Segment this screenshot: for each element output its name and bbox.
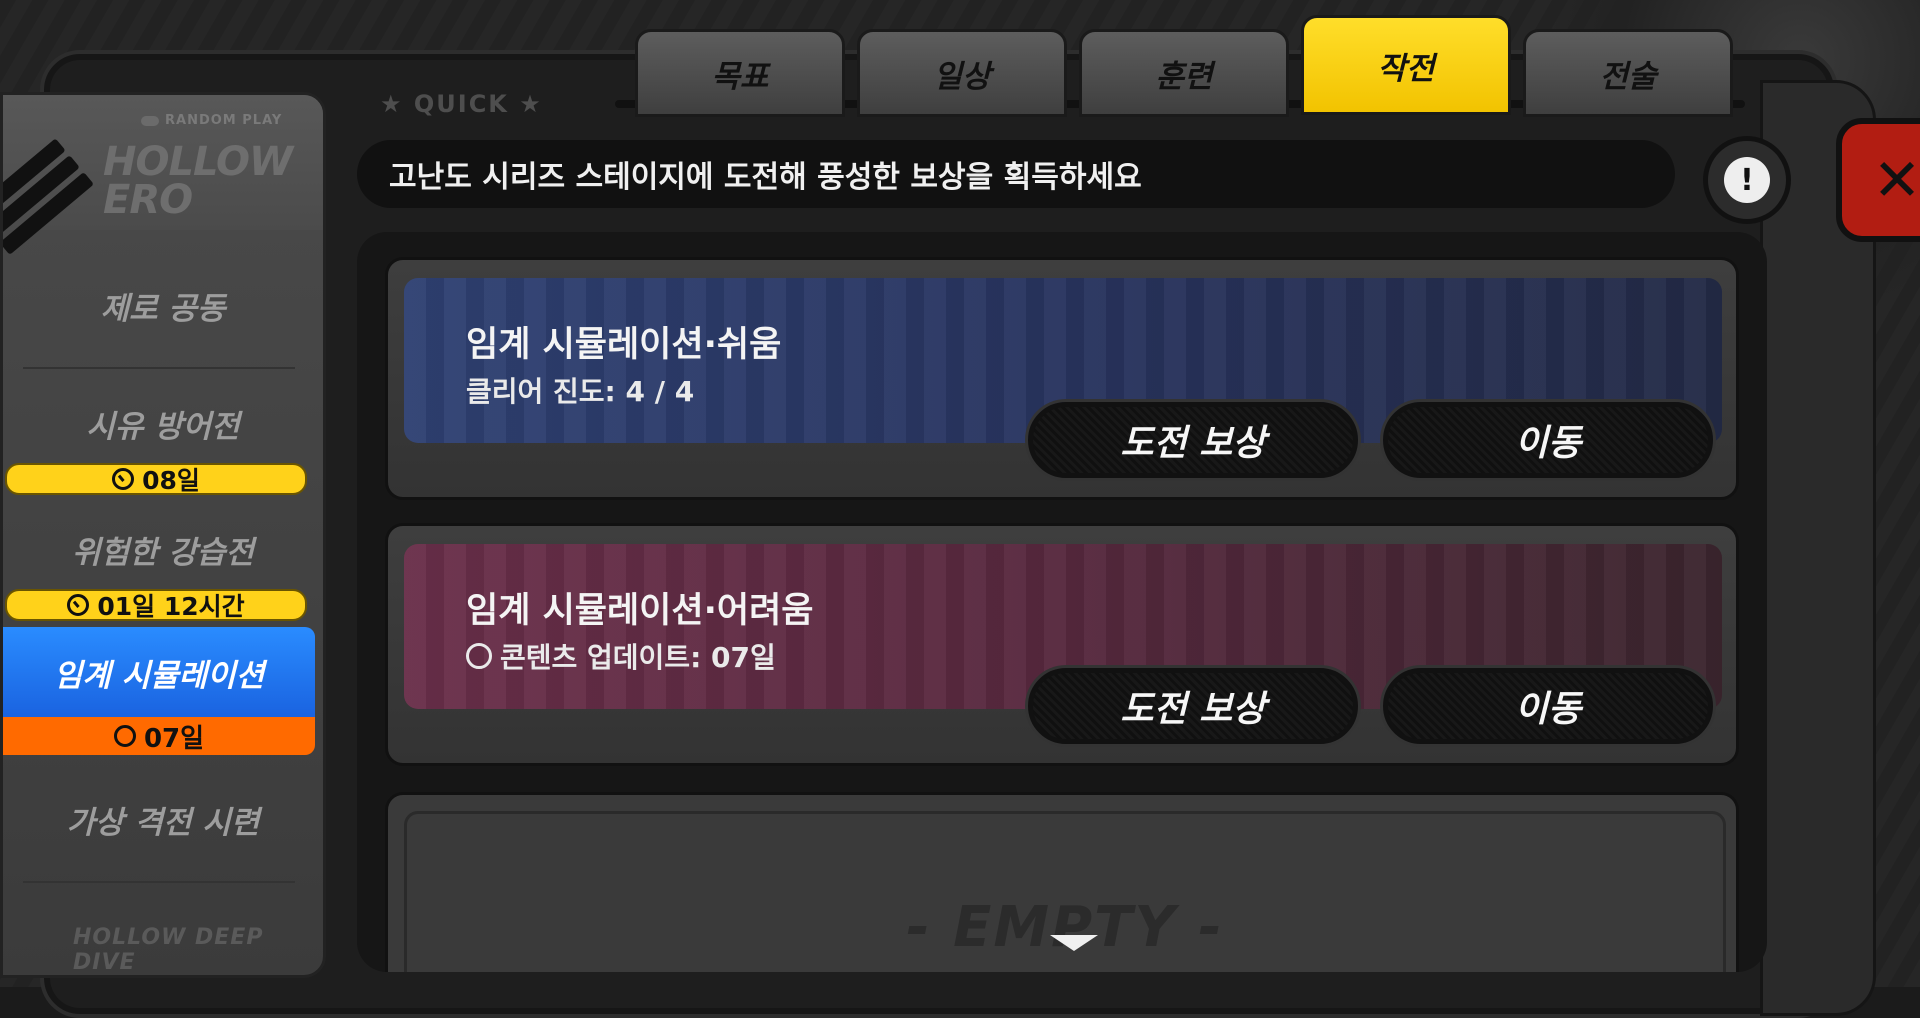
card-subtitle: 클리어 진도: 4 / 4 [466, 370, 694, 410]
clock-icon [112, 468, 135, 490]
clock-icon [466, 643, 492, 669]
sidebar-item-dangerous-assault[interactable]: 위험한 강습전 [3, 527, 323, 572]
sidebar-item-label: 임계 시뮬레이션 [53, 657, 265, 694]
tab-training[interactable]: 훈련 [1079, 29, 1289, 117]
status-badge: 01일 12시간 [5, 589, 307, 621]
sidebar-item-shiyu-defense[interactable]: 시유 방어전 [3, 401, 323, 446]
clock-icon [67, 594, 90, 616]
card-subtitle: 콘텐츠 업데이트: 07일 [466, 636, 776, 676]
close-button[interactable]: ✕ [1836, 118, 1920, 242]
logo: HOLLOW ERO [103, 139, 293, 223]
sidebar-item-virtual-battle[interactable]: 가상 격전 시련 [3, 797, 323, 842]
stage-card-hard: 임계 시뮬레이션·어려움 콘텐츠 업데이트: 07일 도전 보상 이동 [385, 523, 1739, 766]
info-button[interactable]: ! [1703, 136, 1791, 224]
info-icon: ! [1724, 157, 1770, 203]
sidebar-divider [23, 881, 295, 883]
card-title: 임계 시뮬레이션·어려움 [466, 591, 814, 631]
quick-label: ★ QUICK ★ [380, 90, 543, 118]
clock-icon [113, 725, 136, 747]
challenge-reward-button[interactable]: 도전 보상 [1028, 402, 1358, 478]
random-play-toggle[interactable]: RANDOM PLAY [141, 113, 282, 128]
content-update: 콘텐츠 업데이트: 07일 [500, 641, 776, 674]
badge-text: 07일 [143, 723, 205, 754]
scroll-down-icon[interactable] [1050, 935, 1098, 951]
card-title: 임계 시뮬레이션·쉬움 [466, 325, 782, 365]
logo-line2: ERO [103, 177, 193, 223]
content-panel: 임계 시뮬레이션·쉬움 클리어 진도: 4 / 4 도전 보상 이동 임계 시뮬… [357, 232, 1767, 972]
sidebar-divider [23, 367, 295, 369]
clear-progress: 클리어 진도: 4 / 4 [466, 375, 695, 408]
badge-text: 08일 [142, 466, 200, 495]
sidebar-item-zero-hollow[interactable]: 제로 공동 [3, 283, 323, 328]
tab-tactics[interactable]: 전술 [1523, 29, 1733, 117]
badge-text: 01일 12시간 [97, 592, 245, 621]
move-button[interactable]: 이동 [1383, 402, 1713, 478]
status-badge-active: 07일 [3, 717, 315, 755]
sidebar-item-critical-simulation[interactable]: 임계 시뮬레이션 [3, 627, 315, 717]
logo-line1: HOLLOW [103, 139, 293, 185]
description-bar: 고난도 시리즈 스테이지에 도전해 풍성한 보상을 획득하세요 [357, 140, 1675, 208]
stage-card-easy: 임계 시뮬레이션·쉬움 클리어 진도: 4 / 4 도전 보상 이동 [385, 257, 1739, 500]
status-badge: 08일 [5, 463, 307, 495]
tab-operations[interactable]: 작전 [1301, 15, 1511, 115]
challenge-reward-button[interactable]: 도전 보상 [1028, 668, 1358, 744]
move-button[interactable]: 이동 [1383, 668, 1713, 744]
tab-bar: 목표 일상 훈련 작전 전술 [635, 15, 1733, 117]
tab-goals[interactable]: 목표 [635, 29, 845, 117]
sidebar-bottom-label: HOLLOW DEEP DIVE [73, 925, 264, 975]
close-icon: ✕ [1872, 146, 1920, 214]
sidebar: RANDOM PLAY HOLLOW ERO 제로 공동 시유 방어전 08일 … [0, 92, 326, 978]
tab-daily[interactable]: 일상 [857, 29, 1067, 117]
logo-area: RANDOM PLAY HOLLOW ERO [3, 95, 323, 255]
